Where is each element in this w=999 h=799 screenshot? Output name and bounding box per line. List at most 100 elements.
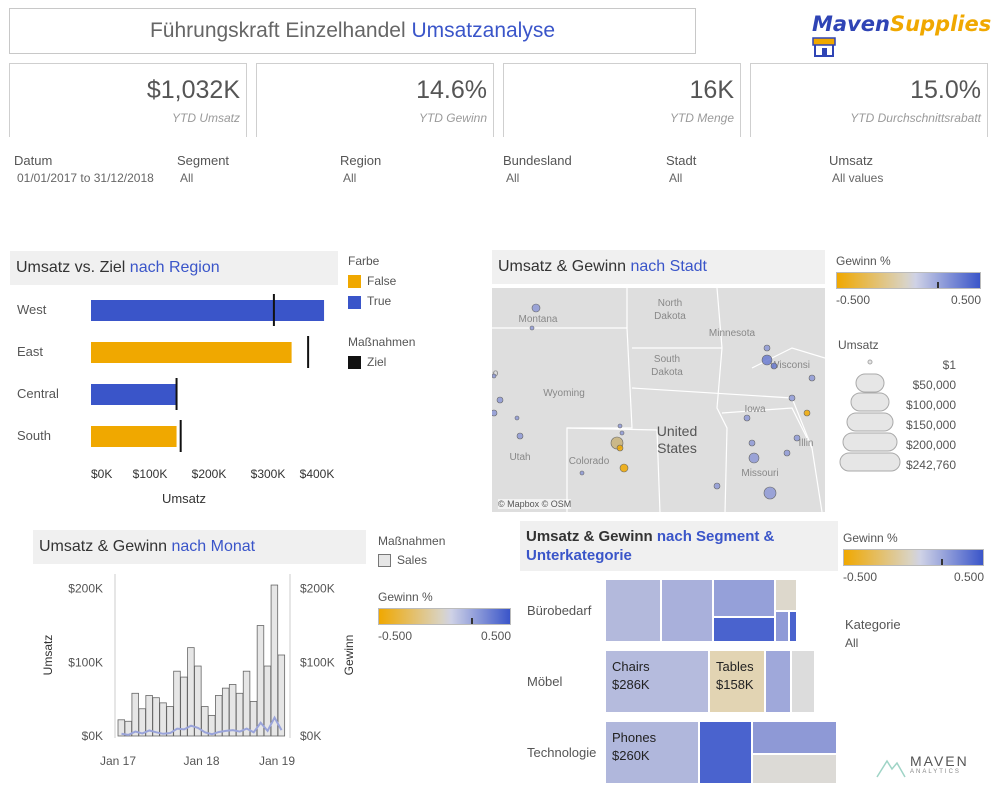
filter-stadt[interactable]: Stadt All bbox=[666, 153, 696, 185]
month-sales-bar[interactable] bbox=[173, 670, 181, 737]
treemap-cell-tables[interactable]: Tables $158K bbox=[709, 650, 765, 713]
month-sales-bar[interactable] bbox=[270, 584, 279, 737]
treemap-cell[interactable] bbox=[605, 579, 661, 642]
city-dot[interactable] bbox=[770, 362, 778, 370]
month-sales-bar[interactable] bbox=[159, 702, 167, 737]
city-dot[interactable] bbox=[516, 432, 524, 440]
filter-value[interactable]: All bbox=[666, 171, 696, 185]
legend-item-ziel[interactable]: Ziel bbox=[348, 355, 415, 370]
month-sales-bar[interactable] bbox=[242, 670, 251, 737]
logo-bottom-text: MAVEN bbox=[910, 753, 969, 769]
month-combo-chart[interactable]: $0K $0K $100K $100K $200K $200K Umsatz Gewinn Ja… bbox=[33, 566, 366, 776]
city-dot[interactable] bbox=[514, 415, 520, 421]
month-sales-bar[interactable] bbox=[152, 697, 160, 737]
filter-value[interactable]: All bbox=[340, 171, 381, 185]
filter-value[interactable]: All bbox=[503, 171, 572, 185]
treemap-cell[interactable] bbox=[752, 721, 837, 754]
treemap-cell[interactable] bbox=[791, 650, 815, 713]
treemap-cell[interactable] bbox=[752, 754, 837, 784]
filter-value[interactable]: All bbox=[177, 171, 229, 185]
segment-treemap[interactable]: Chairs $286K Tables $158K Phones $260K bbox=[605, 579, 840, 784]
filter-datum[interactable]: Datum 01/01/2017 to 31/12/2018 bbox=[14, 153, 154, 185]
city-dot[interactable] bbox=[788, 394, 796, 402]
treemap-cell[interactable] bbox=[775, 611, 789, 642]
city-map[interactable]: North Dakota Montana Minnesota South Dakota Wi… bbox=[492, 288, 825, 512]
target-marker[interactable] bbox=[272, 294, 275, 326]
kpi-label: YTD Durchschnittsrabatt bbox=[850, 111, 981, 125]
swatch-ziel bbox=[348, 356, 361, 370]
target-marker[interactable] bbox=[179, 420, 182, 452]
region-bar[interactable] bbox=[91, 342, 292, 363]
city-dot[interactable] bbox=[616, 444, 624, 452]
filter-value[interactable]: All values bbox=[829, 171, 883, 185]
kpi-card-rabatt[interactable]: 15.0% YTD Durchschnittsrabatt bbox=[750, 63, 988, 137]
region-bar[interactable] bbox=[91, 384, 177, 405]
treemap-cell[interactable] bbox=[789, 611, 797, 642]
treemap-cell-phones[interactable]: Phones $260K bbox=[605, 721, 699, 784]
city-dot[interactable] bbox=[748, 439, 756, 447]
row-label-technologie: Technologie bbox=[527, 745, 597, 760]
month-sales-bar[interactable] bbox=[194, 665, 202, 737]
treemap-cell-chairs[interactable]: Chairs $286K bbox=[605, 650, 709, 713]
x-tick-label: Jan 19 bbox=[259, 754, 295, 768]
map-canvas[interactable]: North DakotaMontanaMinnesotaSouth DakotaWi… bbox=[492, 288, 825, 512]
city-dot[interactable] bbox=[808, 374, 816, 382]
month-sales-bar[interactable] bbox=[221, 687, 230, 737]
month-sales-bar[interactable] bbox=[131, 692, 139, 737]
city-dot[interactable] bbox=[783, 449, 791, 457]
kpi-card-gewinn[interactable]: 14.6% YTD Gewinn bbox=[256, 63, 494, 137]
treemap-cell[interactable] bbox=[661, 579, 713, 642]
region-bar-chart[interactable]: West East Central South $0K $100K $200K $300K $4… bbox=[10, 290, 345, 510]
month-sales-bar[interactable] bbox=[256, 625, 265, 737]
city-dot[interactable] bbox=[579, 470, 585, 476]
legend-item-sales[interactable]: Sales bbox=[378, 553, 445, 568]
target-marker[interactable] bbox=[175, 378, 178, 410]
city-dot[interactable] bbox=[748, 452, 760, 464]
swatch-false bbox=[348, 275, 361, 289]
treemap-cell[interactable] bbox=[713, 617, 775, 642]
treemap-cell[interactable] bbox=[765, 650, 791, 713]
city-dot[interactable] bbox=[619, 430, 625, 436]
month-sales-bar[interactable] bbox=[187, 647, 195, 737]
city-dot[interactable] bbox=[743, 414, 751, 422]
city-dot[interactable] bbox=[531, 303, 541, 313]
map-region-label: Missouri bbox=[741, 468, 778, 479]
city-dot[interactable] bbox=[763, 344, 771, 352]
target-marker[interactable] bbox=[307, 336, 310, 368]
treemap-cell[interactable] bbox=[713, 579, 775, 617]
filter-segment[interactable]: Segment All bbox=[177, 153, 229, 185]
kategorie-value[interactable]: All bbox=[845, 636, 901, 650]
city-dot[interactable] bbox=[803, 409, 811, 417]
treemap-cell[interactable] bbox=[775, 579, 797, 611]
city-dot[interactable] bbox=[496, 396, 504, 404]
panel-title-main: Umsatz & Gewinn bbox=[498, 258, 627, 275]
month-sales-bar[interactable] bbox=[215, 695, 223, 737]
map-attribution[interactable]: © Mapbox © OSM bbox=[498, 499, 572, 509]
city-dot[interactable] bbox=[617, 423, 623, 429]
filter-bundesland[interactable]: Bundesland All bbox=[503, 153, 572, 185]
kpi-value: 14.6% bbox=[416, 76, 487, 104]
city-dot[interactable] bbox=[492, 409, 498, 417]
y2-tick-label: $100K bbox=[300, 655, 335, 669]
kpi-card-menge[interactable]: 16K YTD Menge bbox=[503, 63, 741, 137]
city-dot[interactable] bbox=[793, 434, 801, 442]
kpi-card-umsatz[interactable]: $1,032K YTD Umsatz bbox=[9, 63, 247, 137]
legend-item-false[interactable]: False bbox=[348, 274, 396, 289]
city-dot[interactable] bbox=[619, 463, 629, 473]
kpi-value: $1,032K bbox=[146, 76, 240, 104]
region-bar[interactable] bbox=[91, 426, 177, 447]
filter-region[interactable]: Region All bbox=[340, 153, 381, 185]
filter-value[interactable]: 01/01/2017 to 31/12/2018 bbox=[14, 171, 154, 185]
region-category-label: East bbox=[17, 344, 43, 359]
treemap-cell[interactable] bbox=[699, 721, 752, 784]
region-bar[interactable] bbox=[91, 300, 325, 321]
city-dot[interactable] bbox=[492, 373, 497, 379]
city-dot[interactable] bbox=[761, 354, 773, 366]
city-dot[interactable] bbox=[763, 486, 777, 500]
city-dot[interactable] bbox=[529, 325, 535, 331]
legend-item-true[interactable]: True bbox=[348, 294, 396, 309]
city-dot[interactable] bbox=[713, 482, 721, 490]
filter-umsatz[interactable]: Umsatz All values bbox=[829, 153, 883, 185]
kategorie-filter[interactable]: Kategorie All bbox=[845, 617, 901, 650]
month-sales-bar[interactable] bbox=[228, 684, 237, 737]
